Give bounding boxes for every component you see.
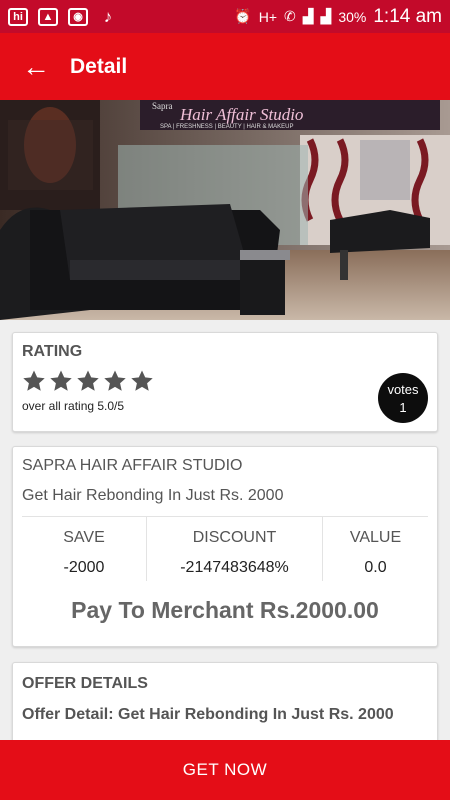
back-arrow-icon[interactable]: ← (22, 52, 52, 81)
salon-photo: Sapra Hair Affair Studio SPA | FRESHNESS… (0, 100, 450, 320)
discount-stat: DISCOUNT -2147483648% (146, 517, 322, 581)
sign-studio-name: Hair Affair Studio (179, 105, 303, 124)
hike-app-icon: hi (8, 7, 28, 26)
discount-value: -2147483648% (180, 559, 289, 576)
signal-icon: ▟ (302, 8, 314, 24)
system-icons: ⏰ H+ ✆ ▟ ▟ 30% 1:14 am (234, 6, 442, 28)
sign-brand: Sapra (152, 101, 173, 111)
save-stat: SAVE -2000 (22, 517, 146, 581)
star-icon (131, 370, 153, 391)
phone-icon: ✆ (284, 8, 296, 24)
deal-stats: SAVE -2000 DISCOUNT -2147483648% VALUE 0… (22, 517, 428, 581)
hd-call-icon: H+ (258, 8, 278, 25)
star-icon (77, 370, 99, 391)
overall-rating-text: over all rating 5.0/5 (22, 399, 125, 413)
save-label: SAVE (63, 529, 105, 546)
rating-label: RATING (22, 343, 83, 360)
battery-percent: 30% (338, 8, 367, 25)
instagram-icon: ◉ (68, 7, 88, 26)
deal-card: SAPRA HAIR AFFAIR STUDIO Get Hair Rebond… (12, 446, 438, 647)
votes-count: 1 (399, 400, 407, 415)
discount-label: DISCOUNT (192, 529, 277, 546)
value-label: VALUE (349, 529, 402, 546)
star-icon (104, 370, 126, 391)
star-icon (50, 370, 72, 391)
value-value: 0.0 (364, 559, 387, 576)
alarm-icon: ⏰ (234, 8, 252, 24)
deal-title: Get Hair Rebonding In Just Rs. 2000 (22, 487, 284, 504)
value-stat: VALUE 0.0 (322, 517, 428, 581)
notification-icons: hi ▲ ◉ ♪ (8, 6, 118, 26)
rating-card: RATING over all rating 5.0/5 votes 1 (12, 332, 438, 432)
app-bar: ← Detail (0, 33, 450, 100)
sign-services: SPA | FRESHNESS | BEAUTY | HAIR & MAKEUP (160, 124, 294, 130)
get-now-button[interactable]: GET NOW (0, 740, 450, 800)
music-note-icon: ♪ (103, 6, 113, 26)
star-rating (22, 369, 428, 393)
merchant-name: SAPRA HAIR AFFAIR STUDIO (22, 457, 243, 474)
star-icon (23, 370, 45, 391)
pay-to-merchant-amount: Pay To Merchant Rs.2000.00 (71, 597, 379, 623)
offer-details-card: OFFER DETAILS Offer Detail: Get Hair Reb… (12, 662, 438, 752)
offer-detail-text: Offer Detail: Get Hair Rebonding In Just… (22, 706, 394, 723)
status-bar: hi ▲ ◉ ♪ ⏰ H+ ✆ ▟ ▟ 30% 1:14 am (0, 0, 450, 33)
offer-details-label: OFFER DETAILS (22, 675, 148, 692)
page-title: Detail (70, 54, 128, 78)
clock: 1:14 am (373, 5, 442, 27)
votes-label: votes (387, 382, 419, 397)
signal-icon-2: ▟ (320, 8, 332, 24)
save-value: -2000 (63, 559, 105, 576)
salon-interior-image: Sapra Hair Affair Studio SPA | FRESHNESS… (0, 100, 450, 320)
gallery-icon: ▲ (38, 7, 58, 26)
votes-badge: votes 1 (378, 373, 428, 423)
